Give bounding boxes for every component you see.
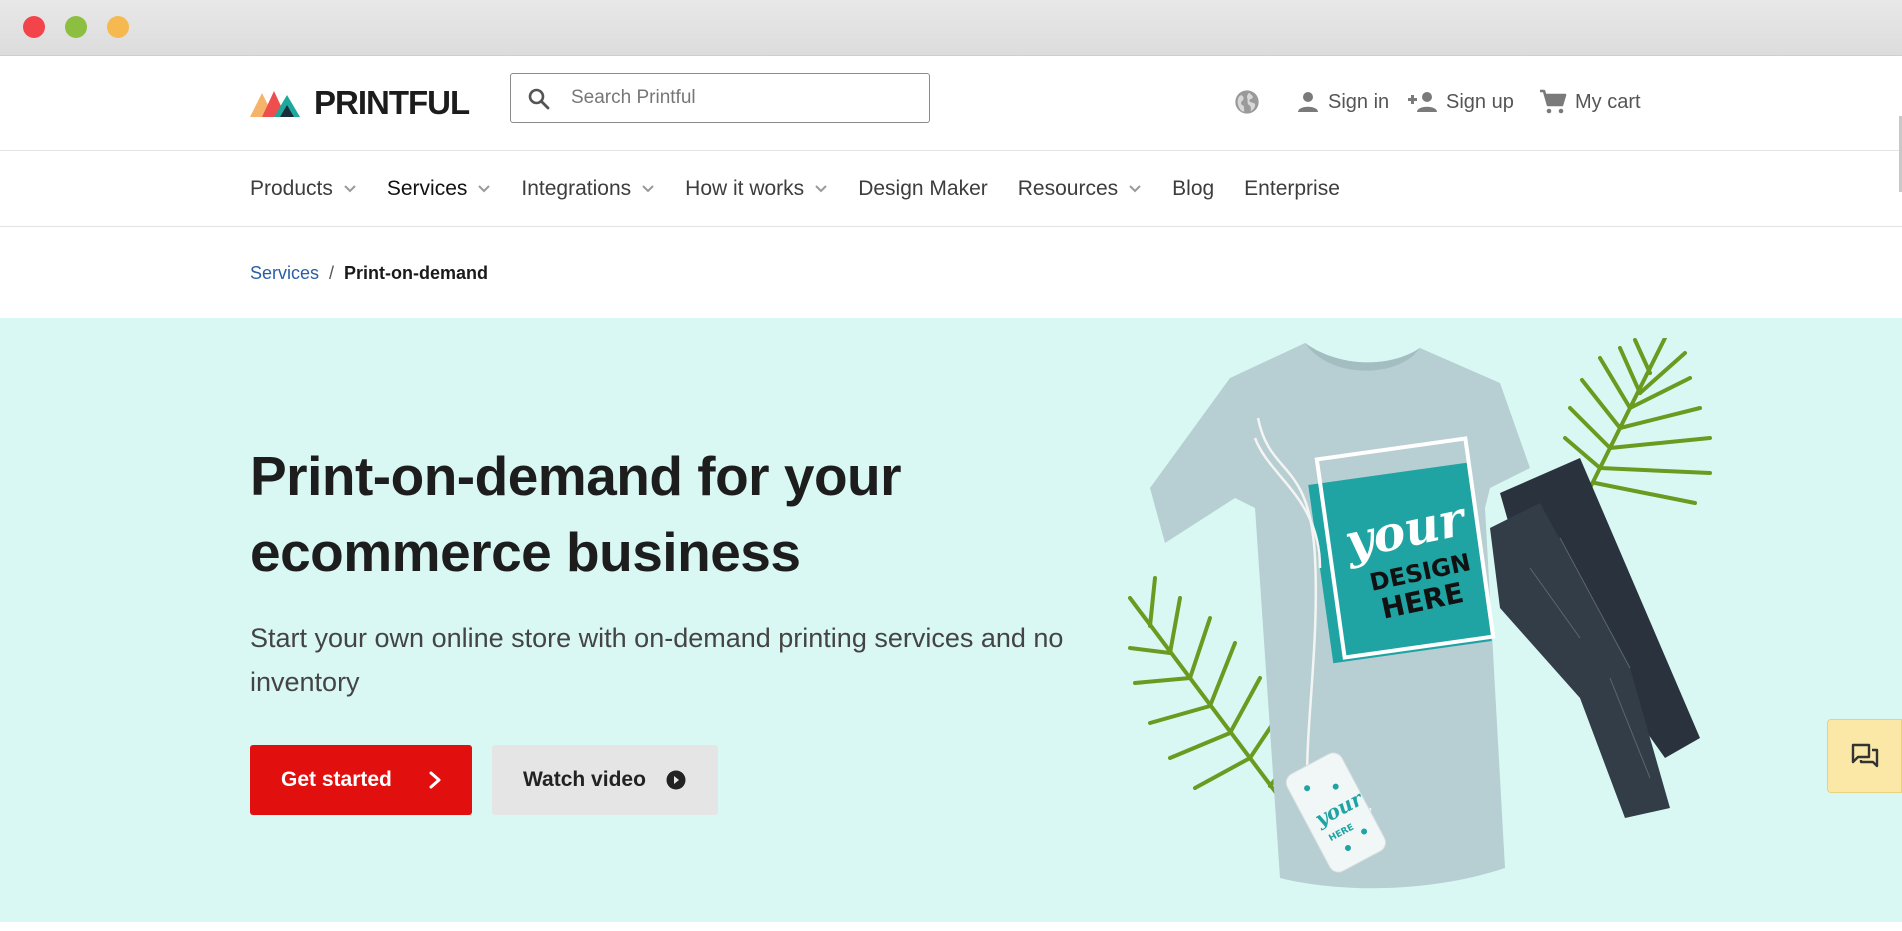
hero-product-illustration: your DESIGN HERE your HERE <box>1128 338 1712 889</box>
close-window-button[interactable] <box>23 16 45 38</box>
nav-item-label: Resources <box>1017 177 1119 200</box>
add-user-icon <box>1408 92 1437 112</box>
nav-item-label: Integrations <box>521 177 632 200</box>
nav-item-label: Blog <box>1172 177 1215 200</box>
chevron-right-icon <box>429 771 441 789</box>
hero-section: Print-on-demand for your ecommerce busin… <box>0 318 1902 922</box>
search-box[interactable] <box>510 73 930 123</box>
chat-icon <box>1851 743 1878 768</box>
sign-up-link[interactable]: Sign up <box>1408 82 1514 122</box>
get-started-button[interactable]: Get started <box>250 745 472 815</box>
logo-text: PRINTFUL <box>314 84 470 121</box>
sign-up-label: Sign up <box>1446 90 1514 113</box>
language-selector[interactable] <box>1233 82 1261 122</box>
search-input[interactable] <box>571 74 911 122</box>
minimize-window-button[interactable] <box>65 16 87 38</box>
printful-logo[interactable]: PRINTFUL <box>250 84 470 121</box>
nav-item-label: Services <box>386 177 468 200</box>
cart-label: My cart <box>1575 90 1641 113</box>
nav-item-integrations[interactable]: Integrations <box>521 177 655 201</box>
nav-item-label: Enterprise <box>1244 177 1340 200</box>
site-header: PRINTFUL Sign in <box>0 56 1902 151</box>
search-icon <box>528 88 550 110</box>
chevron-down-icon <box>478 185 491 193</box>
breadcrumb-services-link[interactable]: Services <box>250 263 319 284</box>
chevron-down-icon <box>344 185 356 193</box>
main-navigation: Products Services Integrations How it works… <box>0 151 1902 227</box>
page-viewport: PRINTFUL Sign in <box>0 56 1902 931</box>
chat-widget-button[interactable] <box>1827 719 1902 793</box>
play-icon <box>666 770 686 790</box>
hero-subtitle: Start your own online store with on-dema… <box>250 623 1064 697</box>
nav-item-label: Design Maker <box>858 177 988 200</box>
hero-title: Print-on-demand for your ecommerce busin… <box>250 445 902 583</box>
nav-item-design-maker[interactable]: Design Maker <box>858 177 988 201</box>
globe-icon <box>1235 90 1259 114</box>
chevron-down-icon <box>1129 185 1141 193</box>
watch-video-label: Watch video <box>523 768 646 791</box>
get-started-label: Get started <box>281 768 392 791</box>
breadcrumb-separator: / <box>329 263 335 283</box>
breadcrumb: Services / Print-on-demand <box>250 263 488 284</box>
nav-item-label: How it works <box>685 177 805 200</box>
nav-item-how-it-works[interactable]: How it works <box>685 177 828 201</box>
nav-item-products[interactable]: Products <box>250 177 357 201</box>
chevron-down-icon <box>815 185 827 193</box>
logo-mark-icon <box>250 91 300 117</box>
watch-video-button[interactable]: Watch video <box>492 745 718 815</box>
chevron-down-icon <box>642 185 654 193</box>
user-icon <box>1298 92 1318 112</box>
nav-item-enterprise[interactable]: Enterprise <box>1244 177 1340 201</box>
breadcrumb-current: Print-on-demand <box>344 263 489 283</box>
sign-in-link[interactable]: Sign in <box>1296 82 1389 122</box>
nav-item-resources[interactable]: Resources <box>1018 177 1142 201</box>
window-titlebar <box>0 0 1902 56</box>
nav-item-services[interactable]: Services <box>387 177 492 201</box>
leggings-illustration <box>1490 458 1700 818</box>
nav-items: Products Services Integrations How it works… <box>250 151 1370 227</box>
cart-link[interactable]: My cart <box>1539 82 1641 122</box>
nav-item-label: Products <box>250 177 333 200</box>
shopping-cart-icon <box>1540 89 1567 114</box>
sign-in-label: Sign in <box>1328 90 1390 113</box>
nav-item-blog[interactable]: Blog <box>1172 177 1214 201</box>
zoom-window-button[interactable] <box>107 16 129 38</box>
